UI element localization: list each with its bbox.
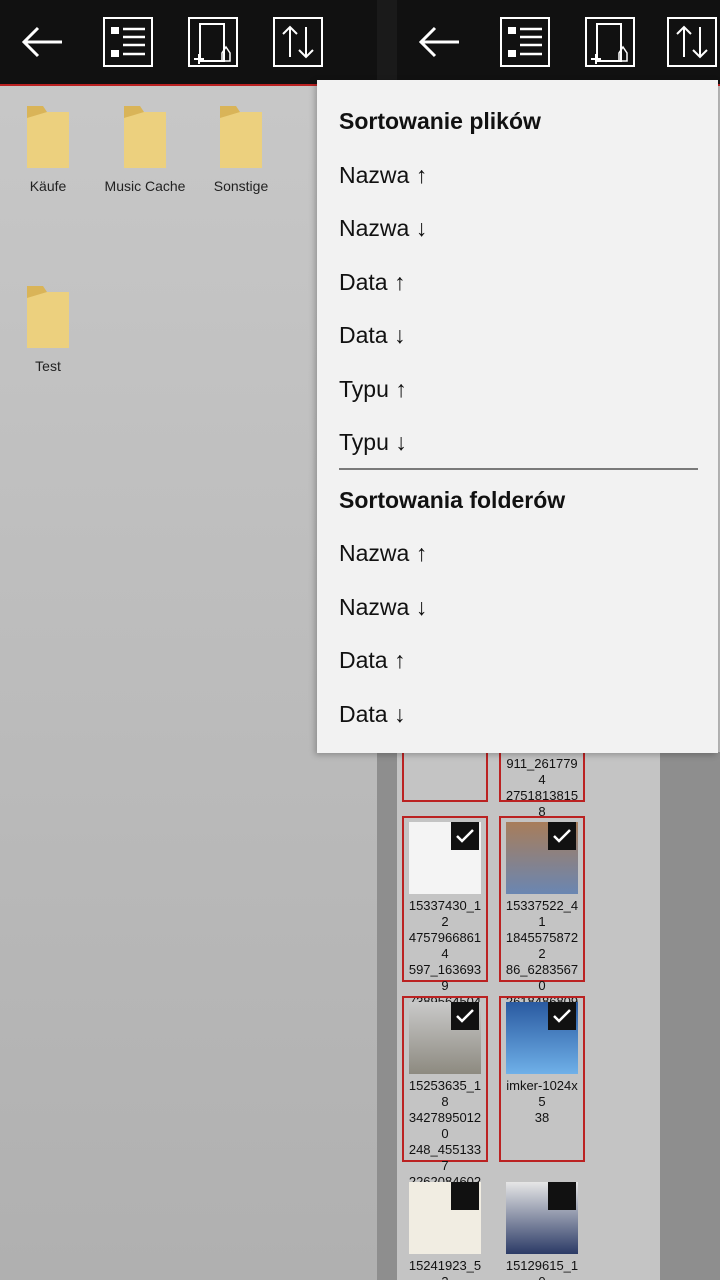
file-tile[interactable]: 15253635_18 34278950120 248_4551337 2262… (402, 996, 488, 1221)
file-name: imker-1024x5 38 (506, 1078, 578, 1125)
folder-icon (27, 106, 69, 168)
sort-button[interactable] (667, 16, 717, 68)
folder-item[interactable]: Käufe (3, 102, 93, 194)
sort-menu: Sortowanie plików Nazwa ↑ Nazwa ↓ Data ↑… (317, 80, 718, 753)
folder-icon (27, 286, 69, 348)
new-file-button[interactable] (584, 16, 636, 68)
new-file-icon (585, 17, 635, 67)
folder-label: Sonstige (213, 178, 269, 194)
folder-label: Käufe (29, 178, 67, 194)
back-arrow-icon (418, 26, 459, 58)
sort-button[interactable] (272, 16, 324, 68)
folder-sort-name-desc[interactable]: Nazwa ↓ (339, 594, 427, 621)
unselected-check-icon[interactable] (548, 1182, 576, 1210)
folder-item[interactable]: Music Cache (100, 102, 190, 194)
thumbnail-image (506, 822, 578, 894)
selected-check-icon[interactable] (451, 822, 479, 850)
back-button[interactable] (413, 16, 465, 68)
file-sort-name-desc[interactable]: Nazwa ↓ (339, 215, 427, 242)
list-view-button[interactable] (499, 16, 551, 68)
unselected-check-icon[interactable] (451, 1182, 479, 1210)
selected-check-icon[interactable] (548, 822, 576, 850)
menu-separator (339, 468, 698, 470)
thumbnail-image (506, 1002, 578, 1074)
thumbnail-image (409, 822, 481, 894)
folder-label: Test (35, 358, 61, 374)
back-arrow-icon (21, 26, 62, 58)
file-tile[interactable]: 15241923_53 (402, 1176, 488, 1280)
sort-icon (667, 17, 717, 67)
file-name: 15241923_53 (408, 1258, 482, 1280)
file-tile[interactable]: imker-1024x5 38 (499, 996, 585, 1162)
new-file-icon (188, 17, 238, 67)
folder-icon (124, 106, 166, 168)
file-tile[interactable]: 15337430_12 47579668614 597_1636939 7389… (402, 816, 488, 1041)
selected-check-icon[interactable] (548, 1002, 576, 1030)
file-sort-date-desc[interactable]: Data ↓ (339, 322, 405, 349)
folder-item[interactable]: Test (3, 282, 93, 374)
list-view-button[interactable] (102, 16, 154, 68)
folder-label: Music Cache (104, 178, 186, 194)
folder-item[interactable]: Sonstige (196, 102, 286, 194)
sort-icon (273, 17, 323, 67)
folder-sort-date-asc[interactable]: Data ↑ (339, 647, 405, 674)
file-sort-type-asc[interactable]: Typu ↑ (339, 376, 407, 403)
new-file-button[interactable] (187, 16, 239, 68)
left-toolbar (0, 0, 377, 86)
thumbnail-image (409, 1182, 481, 1254)
folder-sort-date-desc[interactable]: Data ↓ (339, 701, 405, 728)
file-tile[interactable]: 15337522_41 18455758722 86_62835670 2618… (499, 816, 585, 1041)
file-sort-title: Sortowanie plików (339, 108, 541, 134)
thumbnail-image (506, 1182, 578, 1254)
right-toolbar (397, 0, 720, 86)
thumbnail-image (409, 1002, 481, 1074)
list-view-icon (103, 17, 153, 67)
file-name: 15129615_10 (505, 1258, 579, 1280)
folder-icon (220, 106, 262, 168)
file-tile[interactable]: 15129615_10 (499, 1176, 585, 1280)
folder-sort-title: Sortowania folderów (339, 487, 566, 513)
back-button[interactable] (16, 16, 68, 68)
file-sort-date-asc[interactable]: Data ↑ (339, 269, 405, 296)
file-sort-name-asc[interactable]: Nazwa ↑ (339, 162, 427, 189)
list-view-icon (500, 17, 550, 67)
selected-check-icon[interactable] (451, 1002, 479, 1030)
folder-sort-name-asc[interactable]: Nazwa ↑ (339, 540, 427, 567)
file-sort-type-desc[interactable]: Typu ↓ (339, 429, 407, 456)
